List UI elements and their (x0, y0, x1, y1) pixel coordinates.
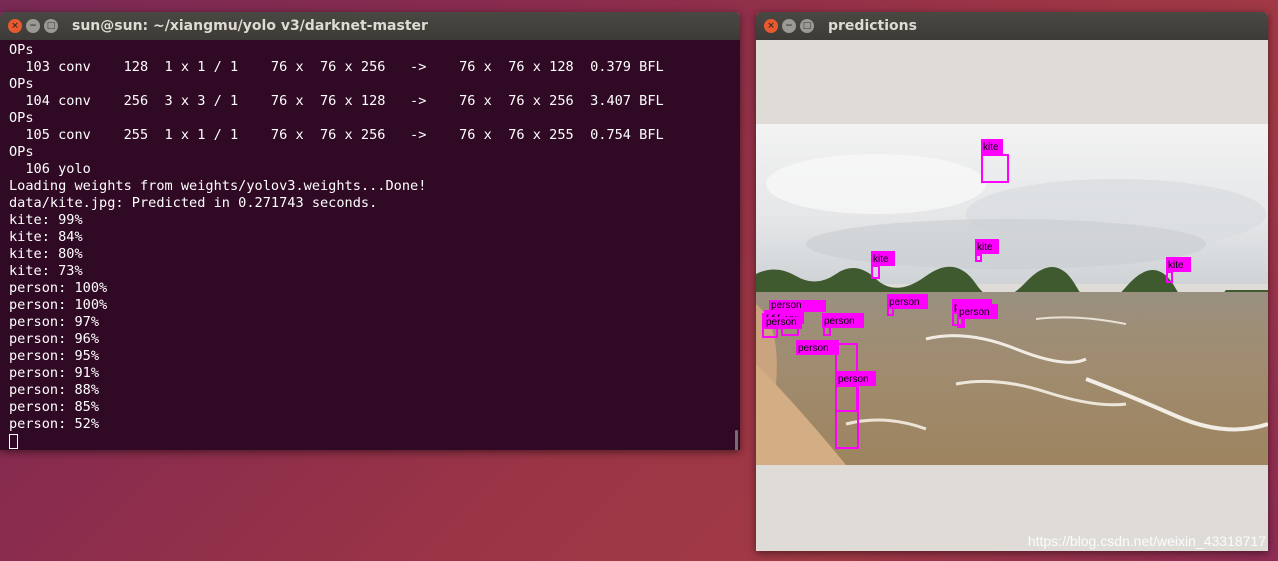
predictions-title: predictions (828, 18, 917, 34)
terminal-line: kite: 99% (9, 212, 83, 228)
terminal-line: kite: 73% (9, 263, 83, 279)
terminal-line: kite: 80% (9, 246, 83, 262)
terminal-scrollbar[interactable] (735, 430, 738, 450)
cursor-icon (9, 433, 18, 449)
terminal-line: person: 91% (9, 365, 100, 381)
terminal-line: OPs (9, 144, 34, 160)
detection-label: person (959, 307, 990, 318)
terminal-prompt[interactable] (9, 433, 740, 450)
watermark: https://blog.csdn.net/weixin_43318717 (1027, 533, 1266, 549)
maximize-icon[interactable]: □ (800, 19, 814, 33)
cloud (806, 219, 1206, 269)
maximize-icon[interactable]: □ (44, 19, 58, 33)
detection-label: person (771, 300, 802, 311)
terminal-line: person: 100% (9, 297, 108, 313)
terminal-line: person: 88% (9, 382, 100, 398)
beach-photo: kite kite kite kite person person person person… (756, 124, 1268, 465)
terminal-line: 103 conv 128 1 x 1 / 1 76 x 76 x 256 -> … (9, 59, 664, 75)
terminal-line: person: 97% (9, 314, 100, 330)
detection-label: person (889, 297, 920, 308)
detection-label: kite (873, 254, 889, 265)
detection-label: kite (977, 242, 993, 253)
terminal-line: 104 conv 256 3 x 3 / 1 76 x 76 x 128 -> … (9, 93, 664, 109)
detection-label: kite (983, 142, 999, 153)
close-icon[interactable]: × (8, 19, 22, 33)
terminal-line: person: 95% (9, 348, 100, 364)
predictions-titlebar[interactable]: × − □ predictions (756, 12, 1268, 40)
detection-label: person (838, 374, 869, 385)
detection-label: person (824, 316, 855, 327)
terminal-line: OPs (9, 42, 34, 58)
predictions-window[interactable]: × − □ predictions kite kite kite kite pe… (756, 12, 1268, 551)
terminal-line: OPs (9, 76, 34, 92)
terminal-line: Loading weights from weights/yolov3.weig… (9, 178, 427, 194)
terminal-title: sun@sun: ~/xiangmu/yolo v3/darknet-maste… (72, 18, 428, 34)
minimize-icon[interactable]: − (26, 19, 40, 33)
detection-label: person (766, 317, 797, 328)
terminal-line: OPs (9, 110, 34, 126)
terminal-line: person: 100% (9, 280, 108, 296)
close-icon[interactable]: × (764, 19, 778, 33)
terminal-output[interactable]: OPs 103 conv 128 1 x 1 / 1 76 x 76 x 256… (0, 40, 740, 450)
cloud (766, 154, 986, 214)
terminal-line: data/kite.jpg: Predicted in 0.271743 sec… (9, 195, 378, 211)
terminal-line: person: 85% (9, 399, 100, 415)
terminal-line: person: 96% (9, 331, 100, 347)
minimize-icon[interactable]: − (782, 19, 796, 33)
detection-label: person (798, 343, 829, 354)
terminal-line: kite: 84% (9, 229, 83, 245)
terminal-line: 106 yolo (9, 161, 91, 177)
predictions-canvas: kite kite kite kite person person person person… (756, 40, 1268, 551)
terminal-window[interactable]: × − □ sun@sun: ~/xiangmu/yolo v3/darknet… (0, 12, 740, 450)
terminal-line: 105 conv 255 1 x 1 / 1 76 x 76 x 256 -> … (9, 127, 664, 143)
terminal-line: person: 52% (9, 416, 100, 432)
terminal-titlebar[interactable]: × − □ sun@sun: ~/xiangmu/yolo v3/darknet… (0, 12, 740, 40)
detection-label: kite (1168, 260, 1184, 271)
